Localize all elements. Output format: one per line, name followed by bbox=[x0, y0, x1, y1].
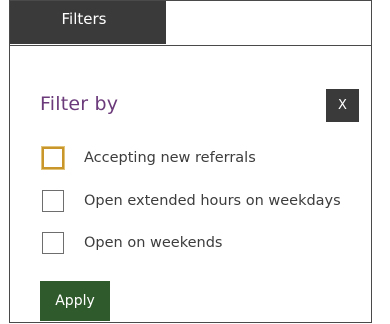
tab-filters-label: Filters bbox=[61, 10, 107, 28]
tab-bar: Filters bbox=[10, 1, 371, 46]
filter-heading: Filter by bbox=[40, 93, 119, 115]
option-open-on-weekends[interactable]: Open on weekends bbox=[42, 230, 222, 256]
checkbox[interactable] bbox=[42, 232, 64, 254]
option-label: Open extended hours on weekdays bbox=[84, 193, 341, 209]
checkbox[interactable] bbox=[42, 147, 64, 169]
option-label: Open on weekends bbox=[84, 235, 223, 251]
option-label: Accepting new referrals bbox=[84, 150, 256, 166]
apply-button[interactable]: Apply bbox=[40, 281, 110, 321]
filter-panel: Filters Filter by X Accepting new referr… bbox=[9, 0, 372, 323]
option-open-extended-hours-weekdays[interactable]: Open extended hours on weekdays bbox=[42, 188, 341, 214]
option-accepting-new-referrals[interactable]: Accepting new referrals bbox=[42, 145, 256, 171]
checkbox[interactable] bbox=[42, 190, 64, 212]
close-button[interactable]: X bbox=[326, 89, 359, 122]
tab-filters[interactable]: Filters bbox=[10, 1, 166, 44]
